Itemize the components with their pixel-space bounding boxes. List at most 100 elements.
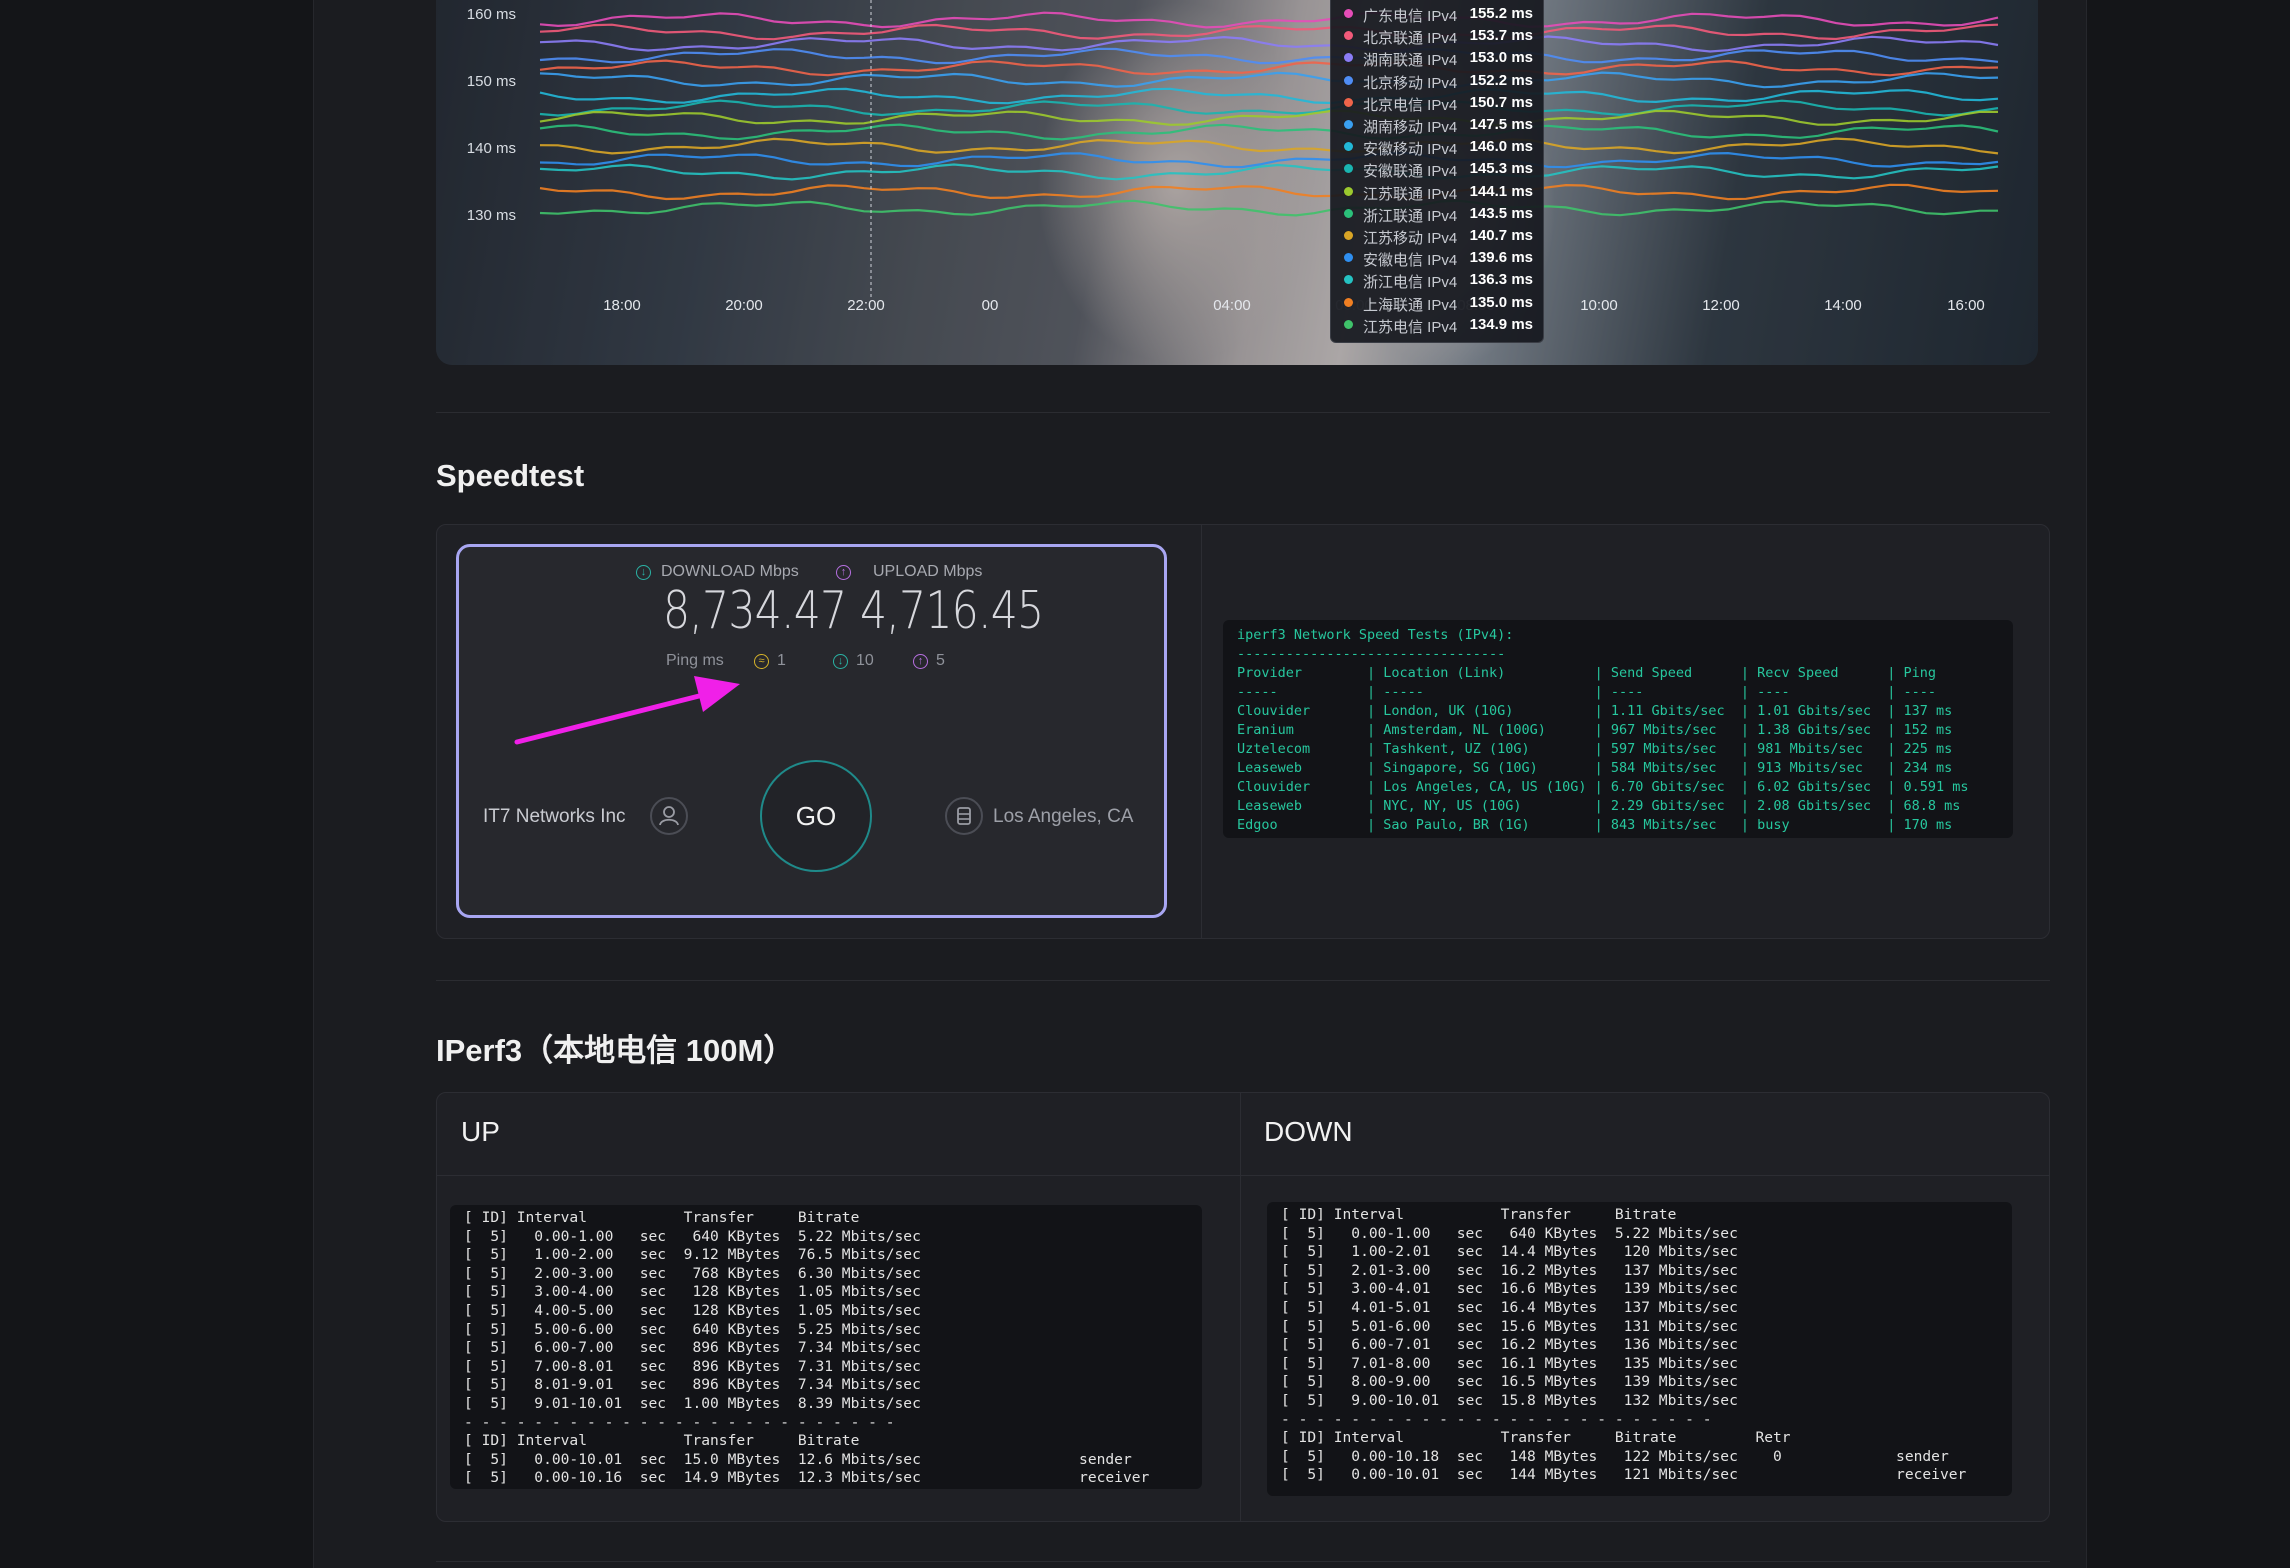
terminal-line: iperf3 Network Speed Tests (IPv4):: [1237, 627, 1514, 643]
provider-name: IT7 Networks Inc: [483, 806, 626, 827]
download-ping-value: 10: [856, 652, 874, 669]
server-location: Los Angeles, CA: [993, 806, 1134, 827]
latency-series-line: [539, 11, 1999, 29]
up-panel-title: UP: [461, 1116, 500, 1147]
series-color-dot: [1344, 164, 1353, 174]
series-color-dot: [1344, 31, 1353, 41]
terminal-line: [ 5] 9.00-10.01 sec 15.8 MBytes 132 Mbit…: [1281, 1391, 1738, 1409]
terminal-line: [ 5] 3.00-4.01 sec 16.6 MBytes 139 Mbits…: [1281, 1280, 1738, 1298]
terminal-line: ---------------------------------: [1237, 646, 1506, 662]
y-tick-label: 130 ms: [467, 207, 516, 224]
upload-label: UPLOAD Mbps: [873, 563, 983, 580]
series-color-dot: [1344, 231, 1353, 240]
down-output: [ ID] Interval Transfer Bitrate[ 5] 0.00…: [1267, 1202, 2012, 1496]
latency-chart[interactable]: 160 ms 150 ms 140 ms 130 ms 18:00 20:00 22:00 0…: [436, 0, 2038, 365]
upload-ping-value: 5: [936, 652, 945, 669]
terminal-line: [ 5] 4.00-5.00 sec 128 KBytes 1.05 Mbits…: [464, 1301, 921, 1319]
terminal-line: Leaseweb | NYC, NY, US (10G) | 2.29 Gbit…: [1237, 798, 1961, 814]
series-name: 安徽联通 IPv4: [1363, 163, 1458, 181]
user-icon[interactable]: [650, 797, 688, 835]
tooltip-row: 浙江电信 IPv4 136.3 ms: [1331, 269, 1543, 291]
series-color-dot: [1344, 9, 1353, 18]
x-tick-label: 04:00: [1213, 297, 1251, 314]
terminal-line: [ 5] 6.00-7.01 sec 16.2 MBytes 136 Mbits…: [1281, 1336, 1738, 1354]
terminal-line: [ ID] Interval Transfer Bitrate: [1281, 1206, 1677, 1223]
x-tick-label: 16:00: [1947, 297, 1985, 314]
series-name: 江苏联通 IPv4: [1363, 185, 1458, 203]
right-gutter: [2087, 0, 2290, 1568]
y-tick-label: 140 ms: [467, 140, 516, 157]
left-gutter: [0, 0, 313, 1568]
x-tick-label: 14:00: [1824, 297, 1862, 314]
terminal-line: [ 5] 0.00-10.16 sec 14.9 MBytes 12.3 Mbi…: [464, 1469, 1150, 1487]
series-value: 146.0 ms: [1469, 138, 1533, 156]
latency-series-line: [539, 183, 1999, 201]
go-button[interactable]: GO: [760, 760, 872, 872]
terminal-line: Eranium | Amsterdam, NL (100G) | 967 Mbi…: [1237, 722, 1953, 738]
series-name: 北京联通 IPv4: [1363, 30, 1458, 48]
terminal-line: [ 5] 9.01-10.01 sec 1.00 MBytes 8.39 Mbi…: [464, 1394, 921, 1412]
x-tick-label: 18:00: [603, 297, 641, 314]
series-name: 北京电信 IPv4: [1363, 96, 1458, 114]
latency-series-line: [539, 109, 1999, 127]
series-name: 安徽电信 IPv4: [1363, 252, 1458, 270]
series-color-dot: [1344, 253, 1353, 263]
section-divider: [436, 412, 2050, 413]
down-panel-title: DOWN: [1264, 1116, 1353, 1147]
chart-tooltip: 广东电信 IPv4 155.2 ms 北京联通 IPv4 153.7 ms 湖南联通 I…: [1330, 0, 1544, 343]
terminal-line: [ 5] 8.00-9.00 sec 16.5 MBytes 139 Mbits…: [1281, 1373, 1738, 1391]
tooltip-row: 湖南联通 IPv4 153.0 ms: [1331, 47, 1543, 69]
upload-icon: ↑: [836, 565, 851, 580]
tooltip-row: 北京联通 IPv4 153.7 ms: [1331, 25, 1543, 47]
series-value: 144.1 ms: [1469, 182, 1533, 200]
x-tick-label: 22:00: [847, 297, 885, 314]
upload-value: 4,716.45: [860, 581, 1044, 641]
terminal-line: [ 5] 2.00-3.00 sec 768 KBytes 6.30 Mbits…: [464, 1264, 921, 1282]
series-name: 北京移动 IPv4: [1363, 74, 1458, 92]
latency-series-line: [539, 199, 1998, 217]
tooltip-row: 江苏联通 IPv4 144.1 ms: [1331, 181, 1543, 203]
latency-series-line: [539, 47, 1999, 65]
download-ping-icon: ↓: [833, 654, 848, 669]
terminal-line: [ 5] 7.01-8.00 sec 16.1 MBytes 135 Mbits…: [1281, 1354, 1738, 1372]
series-name: 浙江电信 IPv4: [1363, 274, 1458, 292]
series-value: 134.9 ms: [1469, 315, 1533, 333]
section-divider: [436, 980, 2050, 981]
terminal-line: Clouvider | Los Angeles, CA, US (10G) | …: [1237, 779, 1969, 795]
terminal-line: Clouvider | London, UK (10G) | 1.11 Gbit…: [1237, 703, 1953, 719]
series-color-dot: [1344, 186, 1353, 196]
terminal-line: Provider | Location (Link) | Send Speed …: [1237, 665, 1936, 681]
series-value: 135.0 ms: [1469, 293, 1533, 311]
upload-ping-icon: ↑: [913, 654, 928, 669]
y-tick-label: 160 ms: [467, 6, 516, 23]
series-name: 湖南移动 IPv4: [1363, 119, 1458, 136]
tooltip-row: 安徽电信 IPv4 139.6 ms: [1331, 247, 1543, 269]
tooltip-row: 湖南移动 IPv4 147.5 ms: [1331, 114, 1543, 136]
latency-series-line: [539, 71, 1999, 89]
latency-series-line: [539, 123, 1999, 141]
series-value: 139.6 ms: [1469, 249, 1533, 267]
series-value: 143.5 ms: [1469, 204, 1533, 222]
download-value: 8,734.47: [663, 581, 847, 641]
terminal-line: [ 5] 3.00-4.00 sec 128 KBytes 1.05 Mbits…: [464, 1283, 921, 1301]
section-divider: [436, 1561, 2050, 1562]
tooltip-row: 广东电信 IPv4 155.2 ms: [1331, 3, 1543, 25]
terminal-line: [ 5] 5.01-6.00 sec 15.6 MBytes 131 Mbits…: [1281, 1317, 1738, 1335]
series-value: 147.5 ms: [1469, 116, 1533, 133]
series-name: 上海联通 IPv4: [1363, 296, 1458, 314]
latency-lines: 160 ms 150 ms 140 ms 130 ms 18:00 20:00 22:00 0…: [467, 0, 1999, 314]
series-name: 江苏电信 IPv4: [1363, 318, 1458, 336]
series-value: 153.7 ms: [1469, 27, 1533, 45]
series-color-dot: [1344, 208, 1353, 218]
series-value: 136.3 ms: [1469, 271, 1533, 289]
terminal-line: [ 5] 2.01-3.00 sec 16.2 MBytes 137 Mbits…: [1281, 1261, 1738, 1279]
series-value: 152.2 ms: [1469, 71, 1533, 89]
terminal-line: [ ID] Interval Transfer Bitrate: [464, 1432, 860, 1450]
series-value: 155.2 ms: [1469, 5, 1533, 22]
series-name: 浙江联通 IPv4: [1363, 207, 1458, 225]
server-icon[interactable]: [945, 797, 983, 835]
terminal-line: - - - - - - - - - - - - - - - - - - - - …: [1281, 1410, 1712, 1428]
series-color-dot: [1344, 142, 1353, 152]
terminal-line: [ 5] 0.00-10.01 sec 15.0 MBytes 12.6 Mbi…: [464, 1450, 1132, 1468]
series-color-dot: [1344, 75, 1353, 85]
